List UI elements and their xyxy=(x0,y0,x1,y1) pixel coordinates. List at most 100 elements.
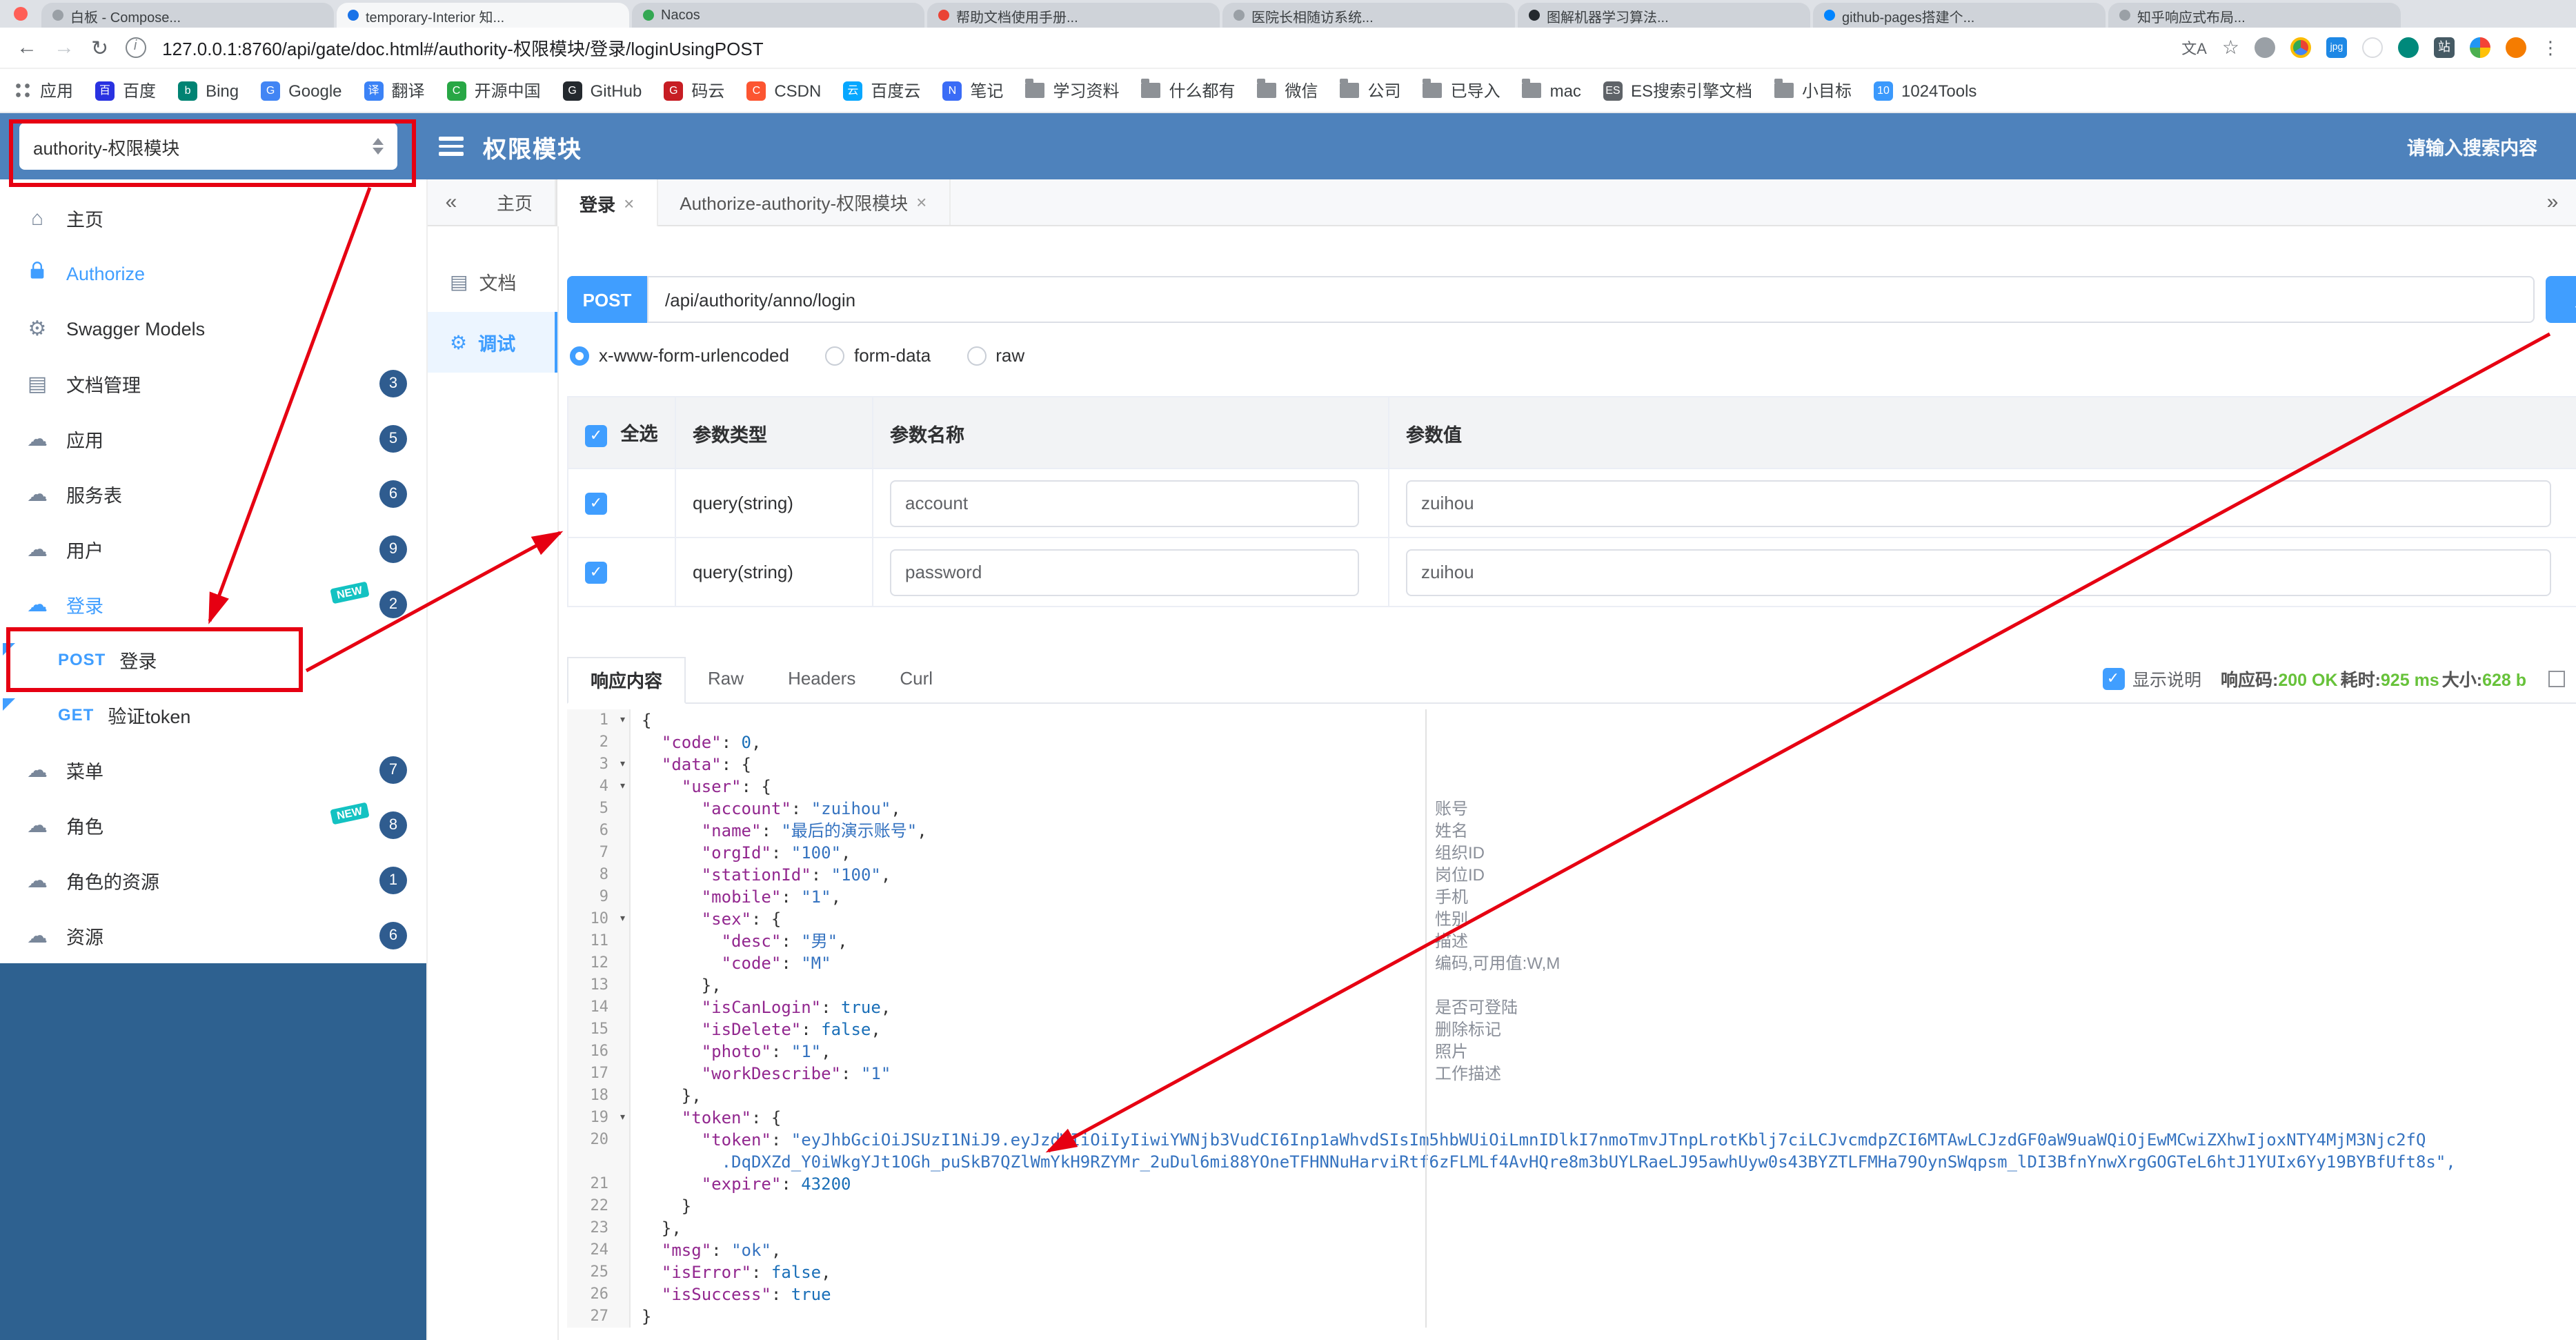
url-text[interactable]: 127.0.0.1:8760/api/gate/doc.html#/author… xyxy=(162,35,2165,61)
browser-tab[interactable]: 医院长相随访系统... xyxy=(1222,3,1515,28)
browser-tab[interactable]: 帮助文档使用手册... xyxy=(927,3,1220,28)
forward-icon[interactable]: → xyxy=(54,36,75,59)
bookmark-item[interactable]: 小目标 xyxy=(1774,79,1852,102)
bookmark-item[interactable]: N 笔记 xyxy=(942,79,1003,102)
size-label: 大小: xyxy=(2441,671,2483,690)
bookmark-item[interactable]: C 开源中国 xyxy=(446,79,541,102)
tab-authorize-authority[interactable]: Authorize-authority-权限模块 × xyxy=(657,179,951,225)
site-extension-icon[interactable]: 站 xyxy=(2434,37,2455,58)
avatar-icon[interactable] xyxy=(2506,37,2526,58)
sidebar-item-token-get[interactable]: GET 验证token xyxy=(0,687,426,742)
extension-icon[interactable] xyxy=(2362,37,2383,58)
fullscreen-icon[interactable] xyxy=(2548,670,2565,687)
sidebar-item-login-post[interactable]: POST 登录 xyxy=(0,632,426,687)
sidebar-item-login[interactable]: ☁ 登录 NEW 2 xyxy=(0,577,426,632)
sidebar-item-doc-manage[interactable]: ▤ 文档管理 3 xyxy=(0,356,426,411)
bookmark-item[interactable]: 微信 xyxy=(1257,79,1318,102)
reload-icon[interactable]: ↻ xyxy=(91,35,108,60)
cloud-icon: ☁ xyxy=(27,538,48,562)
bookmark-item[interactable]: 百百度 xyxy=(95,79,156,102)
sidebar-item-role[interactable]: ☁ 角色 NEW 8 xyxy=(0,798,426,853)
tab-headers[interactable]: Headers xyxy=(766,656,878,702)
bookmark-item[interactable]: 译翻译 xyxy=(364,79,425,102)
collapse-tabs-icon[interactable]: « xyxy=(428,179,475,225)
sidebar-item-authorize[interactable]: Authorize xyxy=(0,246,426,301)
header-search-input[interactable]: 请输入搜索内容 xyxy=(2407,132,2537,160)
param-name-input[interactable] xyxy=(890,480,1359,526)
sidebar-item-service-table[interactable]: ☁ 服务表 6 xyxy=(0,466,426,522)
param-value-input[interactable] xyxy=(1406,549,2551,595)
translate-icon[interactable]: 文A xyxy=(2181,37,2207,58)
expand-tabs-icon[interactable]: » xyxy=(2529,179,2576,225)
bookmark-item[interactable]: 已导入 xyxy=(1423,79,1500,102)
bookmark-item[interactable]: b Bing xyxy=(178,81,239,100)
browser-tab[interactable]: 图解机器学习算法... xyxy=(1518,3,1810,28)
bookmark-item[interactable]: C CSDN xyxy=(746,81,821,100)
param-value-input[interactable] xyxy=(1406,480,2551,526)
hamburger-icon[interactable] xyxy=(439,137,464,156)
tab-response-content[interactable]: 响应内容 xyxy=(567,657,686,704)
browser-tab[interactable]: Nacos xyxy=(632,3,924,28)
browser-tab[interactable]: 知乎响应式布局... xyxy=(2108,3,2401,28)
browser-tab[interactable]: 白板 - Compose... xyxy=(41,3,334,28)
sidebar-item-user[interactable]: ☁ 用户 9 xyxy=(0,522,426,577)
tab-doc[interactable]: ▤ 文档 xyxy=(428,251,557,312)
sidebar-item-home[interactable]: ⌂ 主页 xyxy=(0,190,426,246)
extension-icon[interactable] xyxy=(2255,37,2275,58)
sidebar-item-menu[interactable]: ☁ 菜单 7 xyxy=(0,742,426,798)
fold-caret-icon[interactable]: ▾ xyxy=(619,709,626,731)
code-text: "isSuccess": true xyxy=(661,1285,831,1304)
browser-tab-strip: 白板 - Compose... temporary-Interior 知... Na… xyxy=(0,0,2576,28)
bookmark-item[interactable]: G GitHub xyxy=(562,81,642,100)
bookmark-item[interactable]: 云百度云 xyxy=(843,79,920,102)
bookmark-item[interactable]: 10 1024Tools xyxy=(1874,81,1976,100)
radio-x-www-form-urlencoded[interactable]: x-www-form-urlencoded xyxy=(570,345,789,366)
row-checkbox[interactable]: ✓ xyxy=(585,561,607,584)
bookmark-item[interactable]: 应用 xyxy=(14,79,73,102)
app-header: authority-权限模块 权限模块 请输入搜索内容 xyxy=(0,113,2576,179)
browser-menu-icon[interactable]: ⋮ xyxy=(2542,37,2559,58)
back-icon[interactable]: ← xyxy=(17,36,37,59)
sidebar-item-app[interactable]: ☁ 应用 5 xyxy=(0,411,426,466)
radio-form-data[interactable]: form-data xyxy=(824,345,931,366)
row-checkbox[interactable]: ✓ xyxy=(585,492,607,515)
tab-curl[interactable]: Curl xyxy=(878,656,955,702)
sidebar-item-role-resource[interactable]: ☁ 角色的资源 1 xyxy=(0,853,426,908)
bookmark-item[interactable]: 公司 xyxy=(1340,79,1401,102)
bookmark-item[interactable]: 学习资料 xyxy=(1025,79,1119,102)
tab-home[interactable]: 主页 xyxy=(475,179,557,225)
jpg-extension-icon[interactable]: jpg xyxy=(2326,37,2347,58)
fold-caret-icon[interactable]: ▾ xyxy=(619,908,626,930)
chrome-extension-icon[interactable] xyxy=(2290,37,2311,58)
tab-raw[interactable]: Raw xyxy=(686,656,766,702)
tab-close-icon[interactable]: × xyxy=(624,193,634,213)
bookmark-item[interactable]: 什么都有 xyxy=(1141,79,1236,102)
param-name-input[interactable] xyxy=(890,549,1359,595)
shield-extension-icon[interactable] xyxy=(2398,37,2419,58)
fold-caret-icon[interactable]: ▾ xyxy=(619,776,626,798)
sidebar-item-resource[interactable]: ☁ 资源 6 xyxy=(0,908,426,963)
bookmark-item[interactable]: ES ES搜索引擎文档 xyxy=(1603,79,1752,102)
radio-raw[interactable]: raw xyxy=(967,345,1024,366)
bookmark-item[interactable]: G Google xyxy=(261,81,342,100)
tab-close-icon[interactable]: × xyxy=(916,192,927,213)
browser-tab[interactable]: github-pages搭建个... xyxy=(1813,3,2106,28)
show-desc-checkbox[interactable]: ✓ 显示说明 xyxy=(2102,665,2201,691)
sidebar-item-swagger-models[interactable]: ⚙ Swagger Models xyxy=(0,301,426,356)
module-select[interactable]: authority-权限模块 xyxy=(19,123,397,170)
tab-login[interactable]: 登录 × xyxy=(556,179,658,226)
fold-caret-icon[interactable]: ▾ xyxy=(619,1107,626,1129)
tab-debug[interactable]: ⚙ 调试 xyxy=(428,312,557,373)
bookmark-item[interactable]: mac xyxy=(1522,79,1581,100)
select-all-checkbox[interactable]: ✓ xyxy=(585,424,607,447)
bookmark-star-icon[interactable]: ☆ xyxy=(2221,37,2239,58)
column-header: 全选 xyxy=(620,424,658,445)
request-url-input[interactable]: /api/authority/anno/login xyxy=(647,276,2535,323)
window-close-icon[interactable] xyxy=(14,7,28,21)
fold-caret-icon[interactable]: ▾ xyxy=(619,753,626,776)
send-button[interactable]: 发送 xyxy=(2546,276,2576,323)
pinwheel-extension-icon[interactable] xyxy=(2470,37,2490,58)
bookmark-item[interactable]: G 码云 xyxy=(664,79,724,102)
page-info-icon[interactable]: i xyxy=(125,37,146,58)
browser-tab[interactable]: temporary-Interior 知... xyxy=(337,3,629,28)
